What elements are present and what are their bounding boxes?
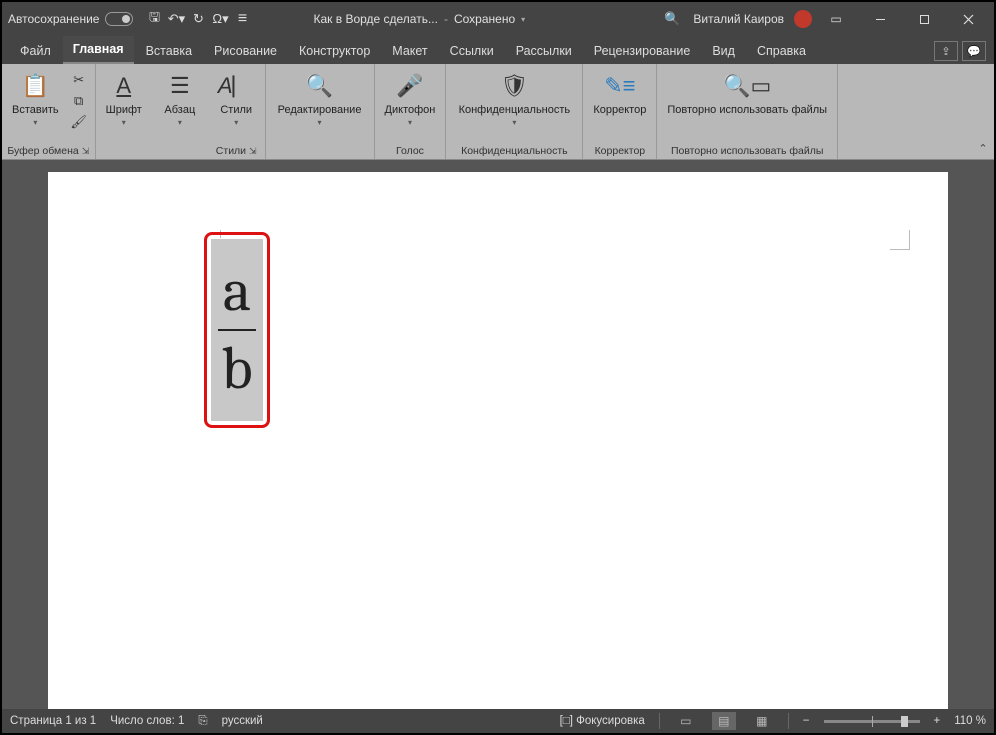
editing-button[interactable]: 🔍 Редактирование ▾ (270, 68, 370, 143)
editor-icon: ✎≡ (604, 70, 635, 102)
zoom-out-button[interactable]: − (803, 715, 810, 727)
tab-draw[interactable]: Рисование (204, 38, 287, 64)
font-icon: A (116, 70, 131, 102)
group-styles: A⎸ Стили ▾ Стили⇲ (208, 64, 266, 159)
tab-review[interactable]: Рецензирование (584, 38, 701, 64)
tab-help[interactable]: Справка (747, 38, 816, 64)
save-icon[interactable]: 🖫 (143, 8, 165, 30)
paste-button[interactable]: 📋 Вставить ▾ (6, 68, 65, 143)
share-button[interactable]: ⇪ (934, 41, 958, 61)
group-reuse: 🔍▭ Повторно использовать файлы Повторно … (657, 64, 838, 159)
word-count[interactable]: Число слов: 1 (110, 715, 184, 727)
sensitivity-button[interactable]: 🛡 Конфиденциальность ▾ (450, 68, 578, 143)
font-button[interactable]: A Шрифт ▾ (100, 68, 148, 143)
fraction-bar (218, 329, 256, 331)
page[interactable]: a b (48, 172, 948, 709)
tab-layout[interactable]: Макет (382, 38, 437, 64)
group-paragraph: ☰ Абзац ▾ (152, 64, 208, 159)
zoom-level[interactable]: 110 % (954, 715, 986, 727)
zoom-in-button[interactable]: + (934, 715, 941, 727)
titlebar: Автосохранение 🖫 ↶▾ ↻ Ω▾ ≡ Как в Ворде с… (2, 2, 994, 36)
format-painter-icon[interactable]: 🖌 (69, 112, 89, 132)
clipboard-icon: 📋 (22, 70, 49, 102)
search-icon[interactable]: 🔍 (661, 8, 683, 30)
group-editor: ✎≡ Корректор Корректор (583, 64, 657, 159)
tab-home[interactable]: Главная (63, 36, 134, 64)
shield-icon: 🛡 (500, 70, 528, 102)
zoom-slider[interactable] (824, 720, 920, 723)
minimize-button[interactable] (860, 5, 900, 33)
maximize-button[interactable] (904, 5, 944, 33)
tab-references[interactable]: Ссылки (440, 38, 504, 64)
spellcheck-icon[interactable]: ⎘ (198, 715, 207, 728)
redo-icon[interactable]: ↻ (187, 8, 209, 30)
group-sensitivity: 🛡 Конфиденциальность ▾ Конфиденциальност… (446, 64, 583, 159)
paragraph-icon: ☰ (170, 70, 190, 102)
language[interactable]: русский (222, 715, 263, 727)
statusbar: Страница 1 из 1 Число слов: 1 ⎘ русский … (2, 709, 994, 733)
autosave-label: Автосохранение (8, 12, 99, 26)
editor-button[interactable]: ✎≡ Корректор (587, 68, 652, 143)
focus-mode[interactable]: [□] Фокусировка (560, 715, 645, 727)
group-font: A Шрифт ▾ (96, 64, 152, 159)
group-voice: 🎤 Диктофон ▾ Голос (375, 64, 447, 159)
web-layout-icon[interactable]: ▦ (750, 712, 774, 730)
styles-icon: A⎸ (218, 70, 255, 102)
find-icon: 🔍 (306, 70, 333, 102)
reuse-icon: 🔍▭ (723, 70, 771, 102)
dialog-launcher-icon[interactable]: ⇲ (249, 146, 257, 157)
print-layout-icon[interactable]: ▤ (712, 712, 736, 730)
paragraph-button[interactable]: ☰ Абзац ▾ (156, 68, 204, 143)
reuse-files-button[interactable]: 🔍▭ Повторно использовать файлы (661, 68, 833, 143)
dictate-button[interactable]: 🎤 Диктофон ▾ (379, 68, 442, 143)
undo-icon[interactable]: ↶▾ (165, 8, 187, 30)
tab-insert[interactable]: Вставка (136, 38, 202, 64)
fraction-denominator[interactable]: b (221, 339, 252, 399)
mic-icon: 🎤 (396, 70, 423, 102)
tab-view[interactable]: Вид (702, 38, 745, 64)
equation-highlight: a b (204, 232, 270, 428)
collapse-ribbon-icon[interactable]: ⌃ (972, 64, 994, 159)
page-number[interactable]: Страница 1 из 1 (10, 715, 96, 727)
fraction-numerator[interactable]: a (223, 261, 251, 321)
ribbon: 📋 Вставить ▾ ✂ ⧉ 🖌 Буфер обмена⇲ A Шрифт… (2, 64, 994, 160)
document-area[interactable]: a b (2, 160, 994, 709)
copy-icon[interactable]: ⧉ (69, 91, 89, 111)
tab-design[interactable]: Конструктор (289, 38, 380, 64)
avatar[interactable] (794, 10, 812, 28)
symbol-icon[interactable]: Ω▾ (209, 8, 231, 30)
ribbon-display-icon[interactable]: ▭ (816, 5, 856, 33)
margin-marker (890, 230, 910, 250)
ribbon-tabs: Файл Главная Вставка Рисование Конструкт… (2, 36, 994, 64)
close-button[interactable] (948, 5, 988, 33)
group-clipboard: 📋 Вставить ▾ ✂ ⧉ 🖌 Буфер обмена⇲ (2, 64, 96, 159)
autosave-toggle[interactable] (105, 12, 133, 26)
tab-mailings[interactable]: Рассылки (506, 38, 582, 64)
dialog-launcher-icon[interactable]: ⇲ (82, 146, 90, 157)
group-editing: 🔍 Редактирование ▾ (266, 64, 375, 159)
tab-file[interactable]: Файл (10, 38, 61, 64)
read-mode-icon[interactable]: ▭ (674, 712, 698, 730)
comments-button[interactable]: 💬 (962, 41, 986, 61)
qat-more-icon[interactable]: ≡ (231, 8, 253, 30)
doc-title: Как в Ворде сделать... (313, 12, 437, 26)
saved-status[interactable]: Сохранено (454, 12, 515, 26)
user-name[interactable]: Виталий Каиров (693, 12, 784, 26)
cut-icon[interactable]: ✂ (69, 70, 89, 90)
fraction-equation[interactable]: a b (211, 239, 263, 421)
styles-button[interactable]: A⎸ Стили ▾ (212, 68, 261, 143)
